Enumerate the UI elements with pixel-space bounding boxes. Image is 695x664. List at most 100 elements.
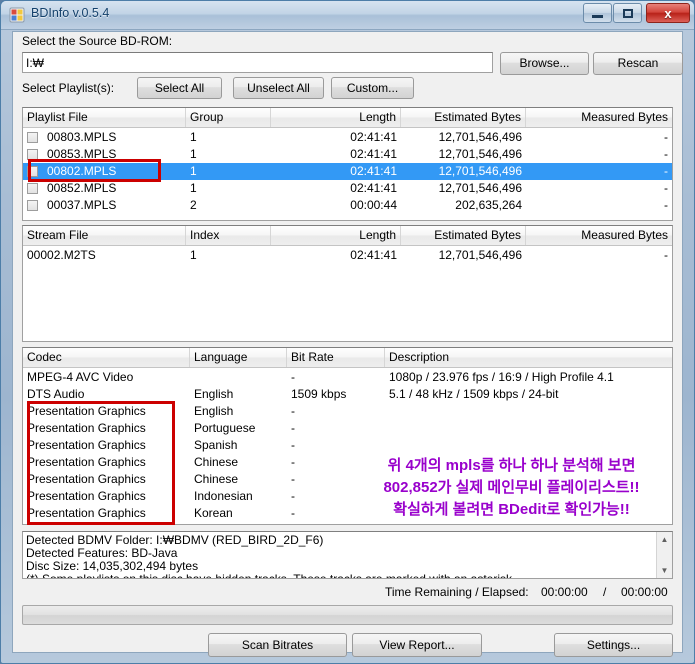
stream-table: Stream File Index Length Estimated Bytes… bbox=[22, 225, 673, 342]
playlist-cell-measured: - bbox=[664, 164, 668, 178]
codec-cell-codec: DTS Audio bbox=[27, 387, 85, 401]
disc-info-line: (*) Some playlists on this disc have hid… bbox=[26, 572, 516, 579]
select-all-button[interactable]: Select All bbox=[137, 77, 222, 99]
col-stream-file[interactable]: Stream File bbox=[23, 226, 186, 245]
codec-table: Codec Language Bit Rate Description MPEG… bbox=[22, 347, 673, 525]
close-button[interactable]: x bbox=[646, 3, 690, 23]
codec-cell-codec: Presentation Graphics bbox=[27, 404, 146, 418]
annotation-text: 위 4개의 mpls를 하나 하나 분석해 보면 802,852가 실제 메인무… bbox=[339, 455, 672, 521]
playlist-row-00852-MPLS[interactable]: 00852.MPLS 1 02:41:41 12,701,546,496 - bbox=[23, 180, 672, 197]
col-codec[interactable]: Codec bbox=[23, 348, 190, 367]
col-description[interactable]: Description bbox=[385, 348, 672, 367]
playlist-row-checkbox[interactable] bbox=[27, 132, 38, 143]
playlist-row-checkbox[interactable] bbox=[27, 183, 38, 194]
stream-cell-measured: - bbox=[664, 248, 668, 262]
codec-cell-codec: Presentation Graphics bbox=[27, 438, 146, 452]
playlist-table-header: Playlist File Group Length Estimated Byt… bbox=[23, 108, 672, 128]
col-group[interactable]: Group bbox=[186, 108, 271, 127]
col-stream-length[interactable]: Length bbox=[271, 226, 401, 245]
playlist-cell-length: 02:41:41 bbox=[350, 164, 397, 178]
codec-row[interactable]: Presentation Graphics Portuguese - bbox=[23, 420, 672, 437]
codec-cell-description: 1080p / 23.976 fps / 16:9 / High Profile… bbox=[389, 370, 614, 384]
annotation-line-3: 확실하게 볼려면 BDedit로 확인가능!! bbox=[393, 501, 630, 518]
codec-cell-codec: Presentation Graphics bbox=[27, 506, 146, 520]
codec-cell-description: 5.1 / 48 kHz / 1509 kbps / 24-bit bbox=[389, 387, 559, 401]
codec-row[interactable]: Presentation Graphics English - bbox=[23, 403, 672, 420]
codec-row[interactable]: Presentation Graphics Spanish - bbox=[23, 437, 672, 454]
playlist-cell-group: 1 bbox=[190, 181, 197, 195]
minimize-button[interactable] bbox=[583, 3, 612, 23]
bdinfo-window: BDInfo v.0.5.4 x Select the Source BD-RO… bbox=[0, 0, 695, 664]
playlist-cell-length: 02:41:41 bbox=[350, 147, 397, 161]
playlist-row-00037-MPLS[interactable]: 00037.MPLS 2 00:00:44 202,635,264 - bbox=[23, 197, 672, 214]
rescan-button[interactable]: Rescan bbox=[593, 52, 683, 75]
view-report-button[interactable]: View Report... bbox=[352, 633, 482, 657]
settings-button[interactable]: Settings... bbox=[554, 633, 673, 657]
time-divider: / bbox=[603, 585, 607, 599]
time-remaining-value: 00:00:00 bbox=[541, 585, 588, 599]
codec-cell-bitrate: 1509 kbps bbox=[291, 387, 347, 401]
col-playlist-file[interactable]: Playlist File bbox=[23, 108, 186, 127]
source-label: Select the Source BD-ROM: bbox=[22, 34, 173, 48]
info-scrollbar[interactable]: ▲ ▼ bbox=[656, 532, 672, 578]
time-elapsed-value: 00:00:00 bbox=[621, 585, 668, 599]
playlist-cell-measured: - bbox=[664, 181, 668, 195]
playlist-row-00803-MPLS[interactable]: 00803.MPLS 1 02:41:41 12,701,546,496 - bbox=[23, 129, 672, 146]
maximize-button[interactable] bbox=[613, 3, 642, 23]
playlist-cell-group: 1 bbox=[190, 164, 197, 178]
col-stream-estimated-bytes[interactable]: Estimated Bytes bbox=[401, 226, 526, 245]
codec-cell-description bbox=[385, 403, 672, 420]
codec-cell-language bbox=[190, 369, 287, 386]
playlist-row-checkbox[interactable] bbox=[27, 166, 38, 177]
playlist-row-00853-MPLS[interactable]: 00853.MPLS 1 02:41:41 12,701,546,496 - bbox=[23, 146, 672, 163]
stream-cell-index: 1 bbox=[190, 248, 197, 262]
playlist-row-checkbox[interactable] bbox=[27, 200, 38, 211]
codec-cell-bitrate: - bbox=[291, 404, 295, 418]
codec-cell-codec: Presentation Graphics bbox=[27, 455, 146, 469]
close-icon: x bbox=[664, 5, 672, 21]
source-input[interactable] bbox=[22, 52, 493, 73]
col-index[interactable]: Index bbox=[186, 226, 271, 245]
codec-cell-language: Indonesian bbox=[194, 489, 253, 503]
app-grid-icon bbox=[9, 7, 25, 23]
playlist-row-00802-MPLS[interactable]: 00802.MPLS 1 02:41:41 12,701,546,496 - bbox=[23, 163, 672, 180]
browse-button[interactable]: Browse... bbox=[500, 52, 589, 75]
codec-cell-language: Spanish bbox=[194, 438, 238, 452]
codec-cell-language: Portuguese bbox=[194, 421, 256, 435]
custom-button[interactable]: Custom... bbox=[331, 77, 414, 99]
playlist-cell-file: 00802.MPLS bbox=[47, 164, 117, 178]
playlist-row-checkbox[interactable] bbox=[27, 149, 38, 160]
playlist-cell-group: 1 bbox=[190, 147, 197, 161]
disc-info-line: Detected BDMV Folder: I:₩BDMV (RED_BIRD_… bbox=[26, 533, 324, 547]
codec-row[interactable]: MPEG-4 AVC Video - 1080p / 23.976 fps / 16… bbox=[23, 369, 672, 386]
col-length[interactable]: Length bbox=[271, 108, 401, 127]
col-bit-rate[interactable]: Bit Rate bbox=[287, 348, 385, 367]
playlist-cell-estimated: 202,635,264 bbox=[455, 198, 522, 212]
codec-cell-bitrate: - bbox=[291, 438, 295, 452]
scroll-down-icon[interactable]: ▼ bbox=[657, 563, 672, 578]
playlist-cell-file: 00803.MPLS bbox=[47, 130, 117, 144]
col-language[interactable]: Language bbox=[190, 348, 287, 367]
codec-cell-description bbox=[385, 437, 672, 454]
unselect-all-button[interactable]: Unselect All bbox=[233, 77, 324, 99]
playlist-cell-estimated: 12,701,546,496 bbox=[438, 130, 522, 144]
client-area: Select the Source BD-ROM: Browse... Resc… bbox=[12, 31, 683, 657]
stream-row[interactable]: 00002.M2TS 1 02:41:41 12,701,546,496 - bbox=[23, 247, 672, 264]
codec-cell-language: English bbox=[194, 404, 234, 418]
col-estimated-bytes[interactable]: Estimated Bytes bbox=[401, 108, 526, 127]
disc-info-line: Detected Features: BD-Java bbox=[26, 546, 178, 560]
codec-cell-codec: MPEG-4 AVC Video bbox=[27, 370, 134, 384]
codec-cell-codec: Presentation Graphics bbox=[27, 472, 146, 486]
col-stream-measured-bytes[interactable]: Measured Bytes bbox=[526, 226, 672, 245]
minimize-icon bbox=[584, 4, 611, 22]
playlist-cell-group: 2 bbox=[190, 198, 197, 212]
stream-cell-file: 00002.M2TS bbox=[27, 248, 96, 262]
col-measured-bytes[interactable]: Measured Bytes bbox=[526, 108, 672, 127]
codec-row[interactable]: DTS Audio English 1509 kbps 5.1 / 48 kHz / … bbox=[23, 386, 672, 403]
codec-cell-language: English bbox=[194, 387, 234, 401]
disc-info-panel[interactable]: Detected BDMV Folder: I:₩BDMV (RED_BIRD_… bbox=[22, 531, 673, 579]
scroll-up-icon[interactable]: ▲ bbox=[657, 532, 672, 547]
window-title: BDInfo v.0.5.4 bbox=[31, 6, 110, 20]
status-label: Time Remaining / Elapsed: bbox=[385, 585, 529, 599]
scan-bitrates-button[interactable]: Scan Bitrates bbox=[208, 633, 347, 657]
